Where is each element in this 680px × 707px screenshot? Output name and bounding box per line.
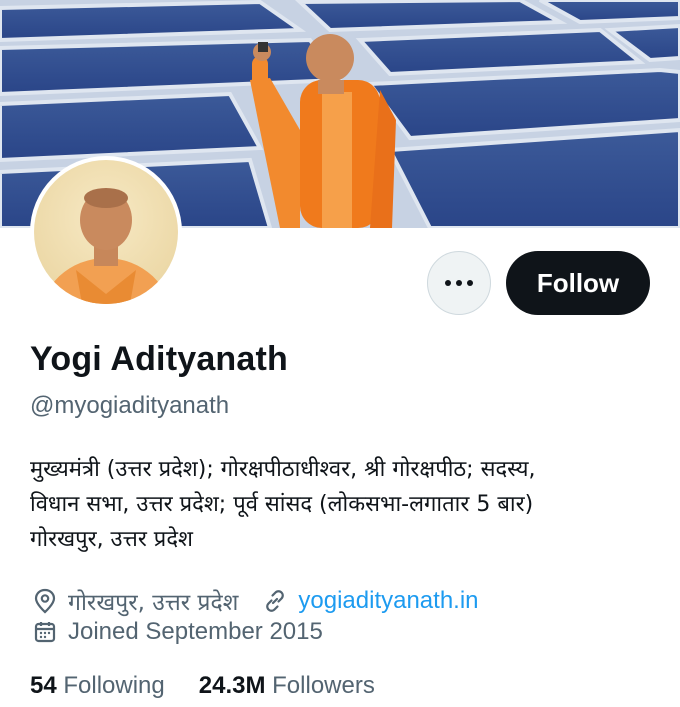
profile-meta-location-website: गोरखपुर, उत्तर प्रदेश yogiadityanath.in — [30, 585, 479, 617]
website-link[interactable]: yogiadityanath.in — [298, 587, 478, 615]
following-stat[interactable]: 54 Following — [30, 672, 165, 700]
location-text: गोरखपुर, उत्तर प्रदेश — [68, 590, 239, 616]
profile-name: Yogi Adityanath — [30, 340, 288, 378]
bio-line: मुख्यमंत्री (उत्तर प्रदेश); गोरक्षपीठाधी… — [30, 457, 536, 482]
more-horizontal-icon — [445, 280, 473, 286]
joined-date: Joined September 2015 — [68, 618, 323, 645]
followers-count: 24.3M — [198, 672, 266, 699]
bio-line: विधान सभा, उत्तर प्रदेश; पूर्व सांसद (लो… — [30, 492, 534, 517]
avatar-image — [34, 160, 178, 304]
bio-line: गोरखपुर, उत्तर प्रदेश — [30, 527, 193, 552]
location-pin-icon — [30, 586, 60, 616]
following-count: 54 — [30, 672, 57, 699]
following-label: Following — [63, 672, 165, 699]
followers-label: Followers — [272, 672, 375, 699]
profile-stats: 54 Following 24.3M Followers — [30, 672, 375, 700]
profile-meta-joined: Joined September 2015 — [30, 617, 323, 647]
calendar-icon — [30, 617, 60, 647]
more-options-button[interactable] — [427, 251, 491, 315]
avatar[interactable] — [30, 156, 182, 308]
followers-stat[interactable]: 24.3M Followers — [199, 672, 375, 700]
profile-bio: मुख्यमंत्री (उत्तर प्रदेश); गोरक्षपीठाधी… — [30, 452, 630, 557]
profile-handle: @myogiadityanath — [30, 392, 230, 419]
follow-button[interactable]: Follow — [506, 251, 650, 315]
link-icon — [260, 586, 290, 616]
